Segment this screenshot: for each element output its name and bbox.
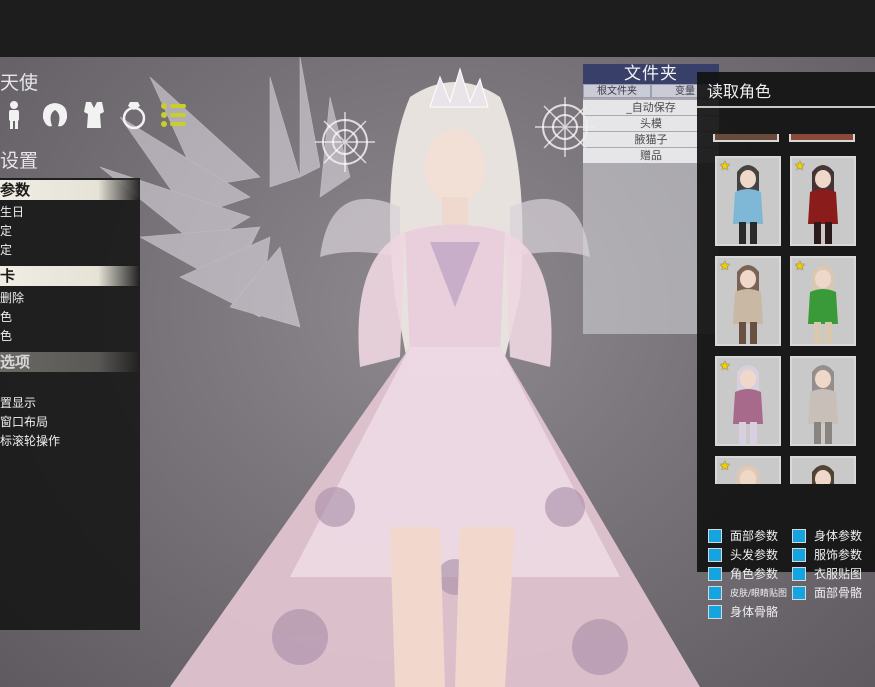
- checkbox-box[interactable]: [708, 547, 722, 562]
- list-icon[interactable]: [160, 100, 188, 130]
- menu-item-setting-1[interactable]: 定: [0, 222, 140, 241]
- hair-icon[interactable]: [40, 100, 68, 130]
- checkbox-box[interactable]: [792, 566, 806, 581]
- checkbox-label: 皮肤/眼睛贴图: [730, 589, 788, 599]
- checkbox-box[interactable]: [708, 566, 722, 581]
- checkbox-body-params[interactable]: 身体参数: [792, 527, 875, 544]
- character-thumbnail[interactable]: ★: [715, 456, 781, 484]
- menu-item-birthday[interactable]: 生日: [0, 203, 140, 222]
- checkbox-label: 服饰参数: [814, 548, 863, 562]
- character-name: 天使: [0, 72, 39, 94]
- checkbox-box[interactable]: [708, 604, 722, 619]
- character-portrait: [792, 458, 854, 484]
- load-character-title: 读取角色: [707, 82, 772, 101]
- menu-item-color-1[interactable]: 色: [0, 308, 140, 327]
- checkbox-label: 面部参数: [730, 529, 779, 543]
- checkbox-box[interactable]: [708, 528, 722, 543]
- favorite-star-icon: ★: [794, 259, 806, 274]
- settings-panel: 参数 生日 定 定 卡 删除 色 色 选项 置显示 窗口布局 标滚轮操作: [0, 178, 140, 630]
- menu-item-blank[interactable]: [0, 375, 140, 394]
- checkbox-hair-params[interactable]: 头发参数: [708, 546, 792, 563]
- menu-item-delete[interactable]: 删除: [0, 289, 140, 308]
- favorite-star-icon: ★: [719, 459, 731, 474]
- character-thumbnail[interactable]: ★: [790, 156, 856, 246]
- favorite-star-icon: ★: [794, 159, 806, 174]
- character-grid: ★ ★ ★ ★ ★ ★: [713, 128, 875, 484]
- checkbox-label: 衣服贴图: [814, 567, 863, 581]
- menu-item-mouse-wheel[interactable]: 标滚轮操作: [0, 432, 140, 451]
- tab-root-folder[interactable]: 根文件夹: [583, 84, 651, 98]
- checkbox-label: 头发参数: [730, 548, 779, 562]
- checkbox-box[interactable]: [792, 547, 806, 562]
- checkbox-label: 角色参数: [730, 567, 779, 581]
- character-thumbnail[interactable]: ★: [715, 256, 781, 346]
- category-icons: [0, 100, 188, 130]
- checkbox-clothes-texture[interactable]: 衣服贴图: [792, 565, 875, 582]
- checkbox-skin-eye-texture[interactable]: 皮肤/眼睛贴图: [708, 585, 792, 600]
- character-thumbnail[interactable]: ★: [715, 156, 781, 246]
- checkbox-label: 身体参数: [814, 529, 863, 543]
- settings-heading: 设置: [0, 150, 39, 172]
- character-thumbnail[interactable]: ★: [790, 256, 856, 346]
- favorite-star-icon: ★: [719, 159, 731, 174]
- top-bar: [0, 0, 875, 57]
- character-thumbnail[interactable]: [790, 456, 856, 484]
- menu-item-color-2[interactable]: 色: [0, 327, 140, 346]
- checkbox-label: 身体骨骼: [730, 605, 779, 619]
- checkbox-box[interactable]: [708, 585, 722, 600]
- checkbox-character-params[interactable]: 角色参数: [708, 565, 792, 582]
- section-header-options[interactable]: 选项: [0, 352, 140, 372]
- clothes-icon[interactable]: [80, 100, 108, 130]
- menu-item-window-layout[interactable]: 窗口布局: [0, 413, 140, 432]
- character-portrait: [792, 358, 854, 444]
- favorite-star-icon: ★: [719, 359, 731, 374]
- checkbox-face-bones[interactable]: 面部骨骼: [792, 584, 875, 601]
- favorite-star-icon: ★: [719, 259, 731, 274]
- checkbox-label: 面部骨骼: [814, 586, 863, 600]
- menu-item-setting-2[interactable]: 定: [0, 241, 140, 260]
- title-divider: [697, 106, 875, 108]
- character-thumbnail[interactable]: [790, 356, 856, 446]
- section-header-card[interactable]: 卡: [0, 266, 140, 286]
- checkbox-body-bones[interactable]: 身体骨骼: [708, 603, 792, 620]
- checkbox-box[interactable]: [792, 585, 806, 600]
- section-header-params[interactable]: 参数: [0, 180, 140, 200]
- body-icon[interactable]: [0, 100, 28, 130]
- accessory-icon[interactable]: [120, 100, 148, 130]
- checkbox-face-params[interactable]: 面部参数: [708, 527, 792, 544]
- checkbox-box[interactable]: [792, 528, 806, 543]
- load-character-panel: 读取角色 ★ ★ ★ ★ ★ ★: [697, 72, 875, 572]
- load-options: 面部参数 身体参数 头发参数 服饰参数 角色参数 衣服贴图 皮肤/眼睛贴图 面部…: [708, 526, 875, 621]
- character-thumbnail[interactable]: ★: [715, 356, 781, 446]
- checkbox-outfit-params[interactable]: 服饰参数: [792, 546, 875, 563]
- menu-item-display[interactable]: 置显示: [0, 394, 140, 413]
